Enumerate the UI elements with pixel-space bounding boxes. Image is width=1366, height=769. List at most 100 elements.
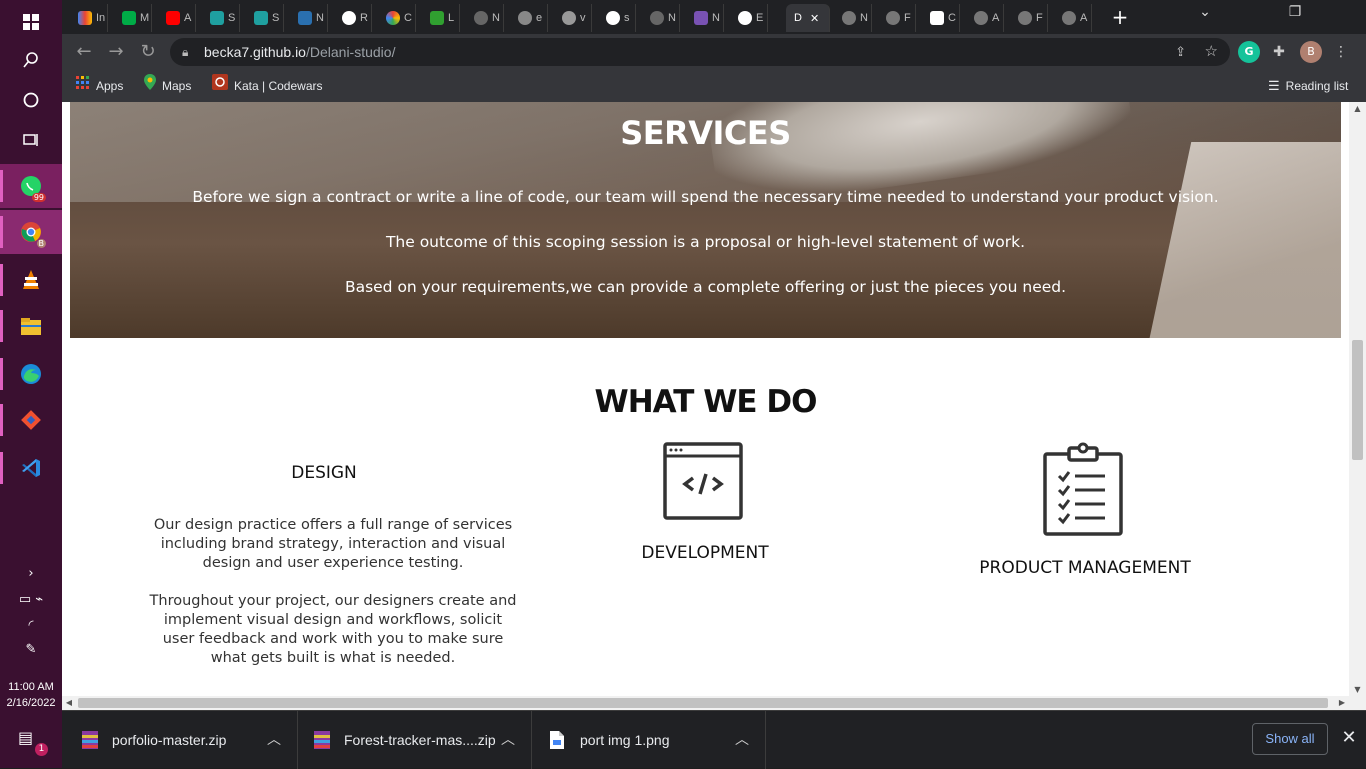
tab-n4[interactable]: N xyxy=(834,4,872,32)
share-icon[interactable]: ⇪ xyxy=(1175,38,1186,66)
tab-active-delani[interactable]: D ✕ xyxy=(786,4,830,32)
back-arrow-icon[interactable]: ← xyxy=(72,40,96,64)
vertical-scrollbar[interactable]: ▲ ▼ xyxy=(1349,102,1366,696)
notification-count: 1 xyxy=(35,743,48,756)
tab-r[interactable]: R xyxy=(334,4,372,32)
show-all-button[interactable]: Show all xyxy=(1252,723,1328,755)
wifi-icon[interactable]: ◜ xyxy=(0,618,62,633)
clock-time: 11:00 AM xyxy=(8,681,54,693)
image-file-icon xyxy=(550,731,566,749)
restore-window-icon[interactable]: ❐ xyxy=(1280,4,1310,20)
tab-s2[interactable]: S xyxy=(246,4,284,32)
profile-avatar[interactable]: B xyxy=(1300,41,1322,63)
services-paragraph: Based on your requirements,we can provid… xyxy=(344,278,1067,296)
tab-n1[interactable]: N xyxy=(290,4,328,32)
close-tab-icon[interactable]: ✕ xyxy=(810,12,819,25)
vlc-icon[interactable] xyxy=(0,258,62,302)
download-item[interactable]: porfolio-master.zip ︿ xyxy=(62,711,298,769)
search-icon[interactable] xyxy=(0,38,62,82)
close-icon[interactable]: ✕ xyxy=(1338,727,1360,749)
address-bar[interactable]: 🔒︎ becka7.github.io/Delani-studio/ ⇪ ☆ xyxy=(170,38,1230,66)
scroll-right-arrow-icon[interactable]: ▶ xyxy=(1335,696,1349,710)
clock[interactable]: 11:00 AM 2/16/2022 xyxy=(0,679,62,711)
tab-a1[interactable]: A xyxy=(966,4,1004,32)
tab-github[interactable]: E xyxy=(730,4,768,32)
windows-taskbar: 99 B › ▭ ⌁ ◜ ✎ 11:00 AM 2/16/2022 ▤ 1 xyxy=(0,0,62,768)
url-host: becka7.github.io xyxy=(204,44,306,60)
download-item[interactable]: port img 1.png ︿ xyxy=(532,711,766,769)
tab-s1[interactable]: S xyxy=(202,4,240,32)
extensions-puzzle-icon[interactable]: ✚ xyxy=(1268,41,1290,63)
notification-center-icon[interactable]: ▤ 1 xyxy=(18,728,48,756)
zip-file-icon xyxy=(82,731,98,749)
tab-bootstrap[interactable]: N xyxy=(686,4,724,32)
grammarly-extension-icon[interactable]: G xyxy=(1238,41,1260,63)
tab-strip: In M A S S N R C L N e v s N N E D ✕ N F … xyxy=(62,0,1366,34)
bookmarks-bar: Apps Maps Kata | Codewars ☰ Reading list xyxy=(62,70,1366,102)
bookmark-apps[interactable]: Apps xyxy=(76,70,123,102)
tab-meet[interactable]: M xyxy=(114,4,152,32)
file-explorer-icon[interactable] xyxy=(0,304,62,348)
browser-toolbar: ← → ↻ 🔒︎ becka7.github.io/Delani-studio/ … xyxy=(62,34,1366,70)
tab-gmail[interactable]: In xyxy=(70,4,108,32)
tab-a2[interactable]: A xyxy=(1054,4,1092,32)
tab-n3[interactable]: N xyxy=(642,4,680,32)
chevron-up-icon[interactable]: ︿ xyxy=(501,729,515,749)
services-title: SERVICES xyxy=(620,114,791,152)
scrollbar-corner xyxy=(1349,696,1366,710)
scroll-down-arrow-icon[interactable]: ▼ xyxy=(1349,685,1366,694)
reload-icon[interactable]: ↻ xyxy=(136,40,160,64)
maps-pin-icon xyxy=(144,72,156,100)
star-bookmark-icon[interactable]: ☆ xyxy=(1205,38,1218,66)
edge-icon[interactable] xyxy=(0,352,62,396)
chevron-up-icon[interactable]: ︿ xyxy=(267,729,281,749)
chevron-up-icon[interactable]: ︿ xyxy=(735,729,749,749)
vscode-icon[interactable] xyxy=(0,446,62,490)
tray-battery-icon[interactable]: ▭ ⌁ xyxy=(0,592,62,607)
codewars-icon xyxy=(212,72,228,100)
cortana-circle-icon[interactable] xyxy=(0,78,62,122)
tab-google[interactable]: s xyxy=(598,4,636,32)
tab-f1[interactable]: F xyxy=(878,4,916,32)
lock-icon[interactable]: 🔒︎ xyxy=(182,38,188,66)
tab-search-icon[interactable]: ⌄ xyxy=(1190,4,1220,20)
reading-list-icon: ☰ xyxy=(1268,78,1280,93)
zip-file-icon xyxy=(314,731,330,749)
pen-icon[interactable]: ✎ xyxy=(0,642,62,657)
page-viewport: SERVICES Before we sign a contract or wr… xyxy=(62,102,1366,696)
download-item[interactable]: Forest-tracker-mas....zip ︿ xyxy=(298,711,532,769)
reading-list[interactable]: ☰ Reading list xyxy=(1268,70,1348,102)
tray-chevron-icon[interactable]: › xyxy=(0,566,62,581)
chrome-profile-badge: B xyxy=(36,239,46,248)
scroll-left-arrow-icon[interactable]: ◀ xyxy=(62,696,76,710)
hscrollbar-thumb[interactable] xyxy=(78,698,1328,708)
tab-f2[interactable]: F xyxy=(1010,4,1048,32)
git-icon[interactable] xyxy=(0,398,62,442)
chrome-menu-icon[interactable]: ⋮ xyxy=(1330,41,1352,63)
tab-e[interactable]: e xyxy=(510,4,548,32)
whatsapp-icon[interactable]: 99 xyxy=(0,164,62,208)
chrome-icon[interactable]: B xyxy=(0,210,62,254)
scrollbar-thumb[interactable] xyxy=(1352,340,1363,460)
what-we-do-title: WHAT WE DO xyxy=(594,384,818,420)
tab-n2[interactable]: N xyxy=(466,4,504,32)
forward-arrow-icon[interactable]: → xyxy=(104,40,128,64)
url-path: /Delani-studio/ xyxy=(305,44,396,60)
tab-l[interactable]: L xyxy=(422,4,460,32)
browser-chrome: In M A S S N R C L N e v s N N E D ✕ N F … xyxy=(62,0,1366,102)
horizontal-scrollbar[interactable]: ◀ ▶ xyxy=(62,696,1349,710)
tab-youtube[interactable]: A xyxy=(158,4,196,32)
design-text: Throughout your project, our designers c… xyxy=(149,593,517,666)
services-paragraph: The outcome of this scoping session is a… xyxy=(385,233,1026,251)
tab-c[interactable]: C xyxy=(378,4,416,32)
new-tab-button[interactable]: + xyxy=(1108,6,1132,30)
scroll-up-arrow-icon[interactable]: ▲ xyxy=(1349,104,1366,113)
tab-v[interactable]: v xyxy=(554,4,592,32)
tab-c2[interactable]: C xyxy=(922,4,960,32)
bookmark-codewars[interactable]: Kata | Codewars xyxy=(212,70,323,102)
clock-date: 2/16/2022 xyxy=(6,697,56,709)
design-title: DESIGN xyxy=(291,463,357,483)
task-view-icon[interactable] xyxy=(0,118,62,162)
bookmark-maps[interactable]: Maps xyxy=(144,70,191,102)
code-window-icon xyxy=(663,442,743,524)
